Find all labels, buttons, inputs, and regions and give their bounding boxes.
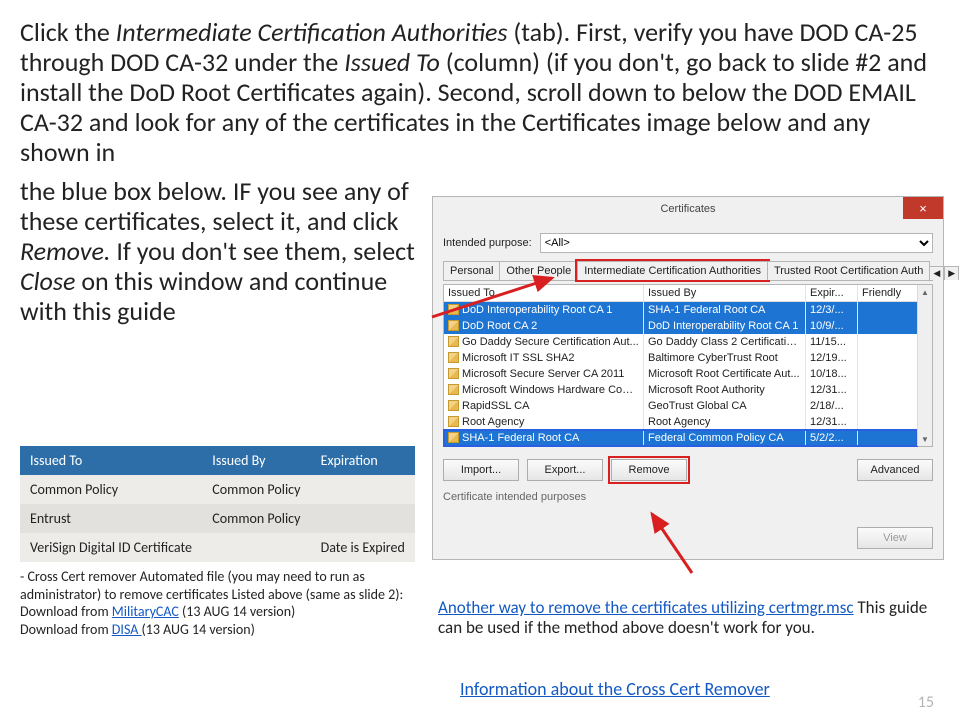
list-header[interactable]: Issued To Issued By Expir... Friendly bbox=[444, 285, 917, 302]
col-header-exp[interactable]: Expir... bbox=[806, 285, 858, 301]
dialog-titlebar[interactable]: Certificates × bbox=[433, 197, 943, 221]
advanced-button[interactable]: Advanced bbox=[857, 459, 933, 481]
instr-text: Click the bbox=[20, 16, 116, 48]
tab-intermediate-cas[interactable]: Intermediate Certification Authorities bbox=[577, 261, 768, 280]
cell: Common Policy bbox=[202, 475, 310, 504]
notes-dl1-post: (13 AUG 14 version) bbox=[179, 603, 295, 620]
cert-row[interactable]: Microsoft IT SSL SHA2Baltimore CyberTrus… bbox=[444, 350, 917, 366]
dialog-body: Intended purpose: <All> Personal Other P… bbox=[433, 221, 943, 559]
tab-scroll-right[interactable]: ▶ bbox=[944, 266, 959, 280]
notes-dl2-post: (13 AUG 14 version) bbox=[142, 621, 255, 638]
table-row: VeriSign Digital ID Certificate Date is … bbox=[20, 533, 415, 562]
mini-th-to: Issued To bbox=[20, 446, 202, 475]
certificate-icon bbox=[448, 400, 459, 411]
cert-row[interactable]: RapidSSL CAGeoTrust Global CA2/18/... bbox=[444, 398, 917, 414]
view-button[interactable]: View bbox=[857, 527, 933, 549]
col-header-to[interactable]: Issued To bbox=[444, 285, 644, 301]
intended-purpose-row: Intended purpose: <All> bbox=[443, 233, 933, 253]
certificate-icon bbox=[448, 368, 459, 379]
mini-th-by: Issued By bbox=[202, 446, 310, 475]
notes-line: - Cross Cert remover Automated file (you… bbox=[20, 568, 403, 603]
cell bbox=[202, 533, 310, 562]
link-disa[interactable]: DISA bbox=[112, 621, 142, 638]
certificate-icon bbox=[448, 304, 459, 315]
link-militarycac[interactable]: MilitaryCAC bbox=[112, 603, 179, 620]
instr-ital: Close bbox=[20, 265, 81, 297]
tab-personal[interactable]: Personal bbox=[443, 261, 500, 280]
cell bbox=[311, 504, 415, 533]
cert-row[interactable]: DoD Root CA 2DoD Interoperability Root C… bbox=[444, 318, 917, 334]
instr-text: If you don't see them, select bbox=[116, 235, 415, 267]
notes-dl2: Download from bbox=[20, 621, 112, 638]
certificate-icon bbox=[448, 432, 459, 443]
table-row: Entrust Common Policy bbox=[20, 504, 415, 533]
link-certmgr[interactable]: Another way to remove the certificates u… bbox=[438, 597, 854, 618]
cell: Common Policy bbox=[202, 504, 310, 533]
button-row: Import... Export... Remove Advanced bbox=[443, 459, 933, 481]
certificate-icon bbox=[448, 416, 459, 427]
list-scrollbar[interactable]: ▲ ▼ bbox=[917, 285, 932, 446]
cert-row[interactable]: Go Daddy Secure Certification Aut...Go D… bbox=[444, 334, 917, 350]
certificate-icon bbox=[448, 384, 459, 395]
instruction-paragraph-left: the blue box below. IF you see any of th… bbox=[20, 177, 426, 326]
instr-ital: Remove. bbox=[20, 235, 116, 267]
lower-left-block: Issued To Issued By Expiration Common Po… bbox=[20, 446, 430, 638]
close-icon: × bbox=[919, 201, 927, 216]
cert-row[interactable]: SHA-1 Federal Root CAFederal Common Poli… bbox=[444, 430, 917, 446]
intended-purpose-select[interactable]: <All> bbox=[540, 233, 933, 253]
cert-row[interactable]: Root AgencyRoot Agency12/31... bbox=[444, 414, 917, 430]
dialog-title: Certificates bbox=[660, 203, 715, 215]
instr-ital: Issued To bbox=[344, 46, 446, 78]
cert-row[interactable]: DoD Interoperability Root CA 1SHA-1 Fede… bbox=[444, 302, 917, 318]
cert-listview: Issued To Issued By Expir... Friendly Do… bbox=[443, 284, 933, 447]
cell: Common Policy bbox=[20, 475, 202, 504]
remove-button[interactable]: Remove bbox=[611, 459, 687, 481]
tab-other-people[interactable]: Other People bbox=[499, 261, 578, 280]
close-button[interactable]: × bbox=[903, 197, 943, 219]
right-notes-2: Information about the Cross Cert Remover bbox=[460, 678, 770, 700]
tab-scroll-left[interactable]: ◀ bbox=[929, 266, 944, 280]
mini-th-exp: Expiration bbox=[311, 446, 415, 475]
cross-cert-notes: - Cross Cert remover Automated file (you… bbox=[20, 568, 420, 638]
cert-row[interactable]: Microsoft Secure Server CA 2011Microsoft… bbox=[444, 366, 917, 382]
cell: Entrust bbox=[20, 504, 202, 533]
scroll-down-icon[interactable]: ▼ bbox=[918, 432, 932, 446]
col-header-fr[interactable]: Friendly bbox=[858, 285, 914, 301]
instr-ital: Intermediate Certification Authorities bbox=[116, 16, 514, 48]
instruction-paragraph-full: Click the Intermediate Certification Aut… bbox=[20, 18, 940, 167]
certificate-icon bbox=[448, 336, 459, 347]
notes-dl1: Download from bbox=[20, 603, 112, 620]
intended-purpose-label: Intended purpose: bbox=[443, 237, 532, 249]
import-button[interactable]: Import... bbox=[443, 459, 519, 481]
tab-trusted-root[interactable]: Trusted Root Certification Auth bbox=[767, 261, 930, 280]
col-header-by[interactable]: Issued By bbox=[644, 285, 806, 301]
certificate-icon bbox=[448, 320, 459, 331]
export-button[interactable]: Export... bbox=[527, 459, 603, 481]
cross-cert-table: Issued To Issued By Expiration Common Po… bbox=[20, 446, 415, 562]
cell: Date is Expired bbox=[311, 533, 415, 562]
cell bbox=[311, 475, 415, 504]
certificates-dialog: Certificates × Intended purpose: <All> P… bbox=[432, 196, 944, 560]
link-crosscert-info[interactable]: Information about the Cross Cert Remover bbox=[460, 678, 770, 700]
tabs: Personal Other People Intermediate Certi… bbox=[443, 261, 933, 281]
certificate-icon bbox=[448, 352, 459, 363]
intended-purposes-label: Certificate intended purposes bbox=[443, 491, 933, 503]
cell: VeriSign Digital ID Certificate bbox=[20, 533, 202, 562]
slide-number: 15 bbox=[918, 693, 934, 712]
table-row: Common Policy Common Policy bbox=[20, 475, 415, 504]
right-notes: Another way to remove the certificates u… bbox=[438, 598, 938, 639]
scroll-up-icon[interactable]: ▲ bbox=[918, 285, 932, 299]
cert-row[interactable]: Microsoft Windows Hardware Com...Microso… bbox=[444, 382, 917, 398]
instr-text: the blue box below. IF you see any of th… bbox=[20, 175, 409, 237]
